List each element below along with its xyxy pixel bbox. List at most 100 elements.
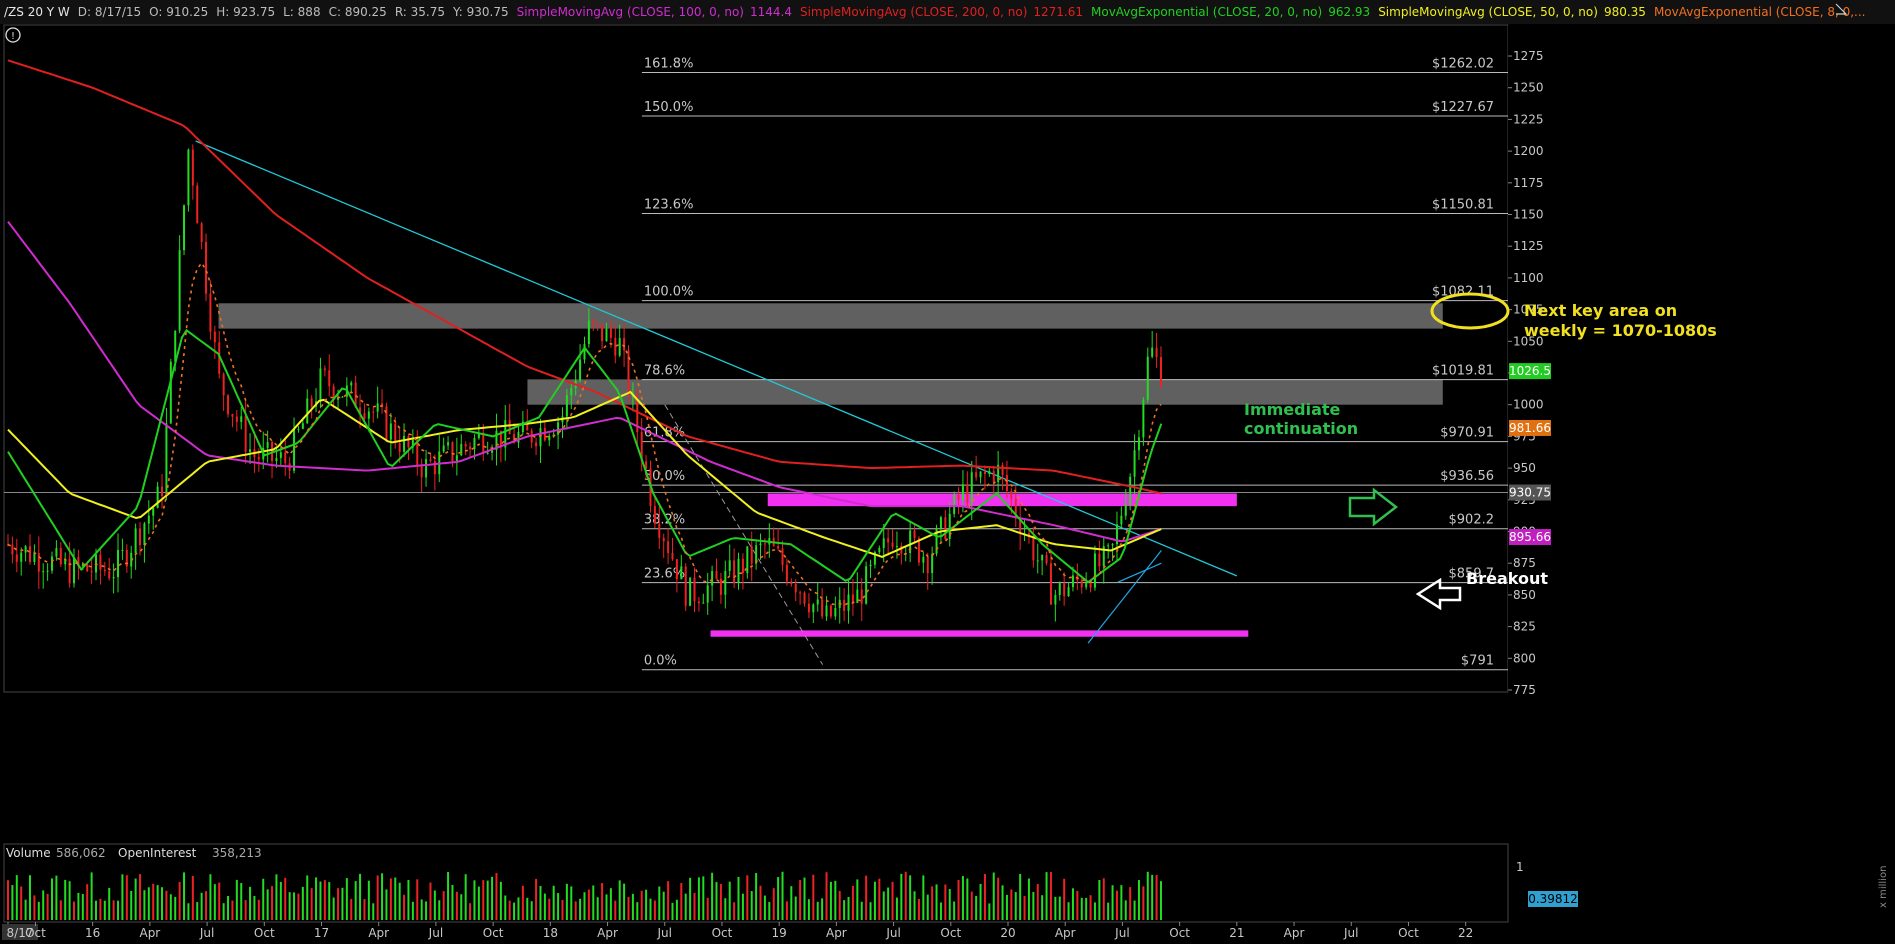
candle-body (1098, 553, 1101, 567)
fib-pct-3: 100.0% (644, 285, 694, 300)
info-icon[interactable]: ! (5, 27, 21, 43)
candle-body (860, 589, 863, 604)
candle-body (887, 538, 890, 543)
time-tick-label: Jul (657, 926, 672, 940)
candle-body (134, 528, 137, 553)
candle-body (966, 484, 969, 503)
candle-body (46, 570, 49, 572)
candle-body (970, 472, 973, 503)
candle-body (447, 442, 450, 446)
candle-body (737, 558, 740, 583)
candle-body (1041, 554, 1044, 561)
candle-body (979, 471, 982, 478)
fib-price-4: $1019.81 (1432, 364, 1494, 379)
time-axis[interactable]: 8/17Oct 16 Apr Jul Oct 17 Apr Jul Oct 18 Apr Jul Oct… (2, 922, 1473, 940)
candle-body (1063, 583, 1066, 597)
candle-body (161, 486, 164, 496)
candle-body (812, 604, 815, 613)
candle-body (953, 494, 956, 514)
candle-body (117, 550, 120, 578)
candle-body (1089, 583, 1092, 588)
oi-value: 358,213 (212, 846, 262, 860)
candle-body (279, 452, 282, 458)
time-tick-label: 16 (85, 926, 100, 940)
time-tick-label: 19 (772, 926, 787, 940)
candle-body (1080, 580, 1083, 588)
candle-body (187, 149, 190, 206)
time-tick-label: Oct (483, 926, 504, 940)
fib-pct-2: 123.6% (644, 197, 694, 212)
header-high: H: 923.75 (216, 5, 275, 19)
candle-body (684, 566, 687, 606)
candle-body (988, 471, 991, 475)
time-tick-label: Oct (1169, 926, 1190, 940)
candle-body (29, 546, 32, 562)
ma-line-3 (7, 328, 1163, 584)
candle-body (913, 530, 916, 539)
time-tick-label: Oct (25, 926, 46, 940)
candle-body (675, 559, 678, 580)
candle-body (231, 414, 234, 417)
candle-body (1045, 554, 1048, 564)
candle-body (165, 423, 168, 496)
candle-body (733, 560, 736, 583)
candle-body (112, 577, 115, 579)
fib-price-5: $970.91 (1440, 426, 1494, 441)
candle-body (843, 599, 846, 611)
candle-body (442, 445, 445, 452)
candle-body (922, 556, 925, 563)
fib-pct-8: 23.6% (644, 567, 685, 582)
study-value-1: 1271.61 (1033, 5, 1083, 19)
candle-body (235, 416, 238, 422)
volume-scale-unit: x million (1878, 866, 1889, 908)
price-tick-label: 950 (1513, 461, 1536, 475)
candle-body (103, 569, 106, 572)
candle-body (68, 558, 71, 584)
candle-body (429, 459, 432, 462)
candle-body (689, 577, 692, 606)
price-badge-text-3: 895.66 (1509, 530, 1551, 544)
price-tick-label: 1275 (1513, 49, 1544, 63)
green-arrow-icon (1348, 487, 1399, 527)
study-label-2: MovAvgExponential (CLOSE, 20, 0, no) (1091, 5, 1322, 19)
ma-line-0 (7, 59, 1162, 495)
price-axis[interactable]: 7758008258508759009259509751000102510501… (1508, 25, 1895, 697)
candle-body (213, 331, 216, 343)
candle-body (882, 538, 885, 548)
candle-body (139, 528, 142, 546)
candle-body (517, 432, 520, 443)
time-tick-label: Jul (199, 926, 214, 940)
price-tick-label: 850 (1513, 588, 1536, 602)
ma-line-2 (7, 390, 1162, 558)
header-date: D: 8/17/15 (78, 5, 141, 19)
candle-body (33, 553, 36, 562)
header-readout: /ZS 20 Y W D: 8/17/15 O: 910.25 H: 923.75 L:… (4, 5, 1865, 19)
candle-body (482, 432, 485, 453)
candle-body (543, 428, 546, 441)
candle-body (693, 577, 696, 602)
candle-body (147, 515, 150, 524)
time-tick-label: Apr (1284, 926, 1305, 940)
candle-body (372, 411, 375, 413)
time-tick-label: Oct (940, 926, 961, 940)
volume-panel[interactable]: Volume 586,062 OpenInterest 358,213 1 x milli… (3, 843, 1889, 923)
candle-body (1155, 347, 1158, 358)
price-badge-text-0: 1026.5 (1509, 364, 1551, 378)
candle-body (926, 556, 929, 574)
candle-body (671, 552, 674, 560)
candle-body (1054, 595, 1057, 605)
time-tick-label: 17 (314, 926, 329, 940)
time-tick-label: Apr (597, 926, 618, 940)
candle-body (86, 564, 89, 572)
chart-root[interactable]: /ZS 20 Y W D: 8/17/15 O: 910.25 H: 923.75 L:… (0, 0, 1895, 944)
price-plot-area[interactable] (3, 24, 1509, 693)
candle-body (790, 581, 793, 585)
candle-body (55, 548, 58, 557)
candle-body (293, 429, 296, 471)
immediate-text-2: continuation (1244, 419, 1358, 438)
candle-body (451, 442, 454, 462)
candle-body (706, 585, 709, 603)
candle-body (750, 546, 753, 564)
study-label-1: SimpleMovingAvg (CLOSE, 200, 0, no) (800, 5, 1027, 19)
immediate-text-1: Immediate (1244, 400, 1341, 419)
